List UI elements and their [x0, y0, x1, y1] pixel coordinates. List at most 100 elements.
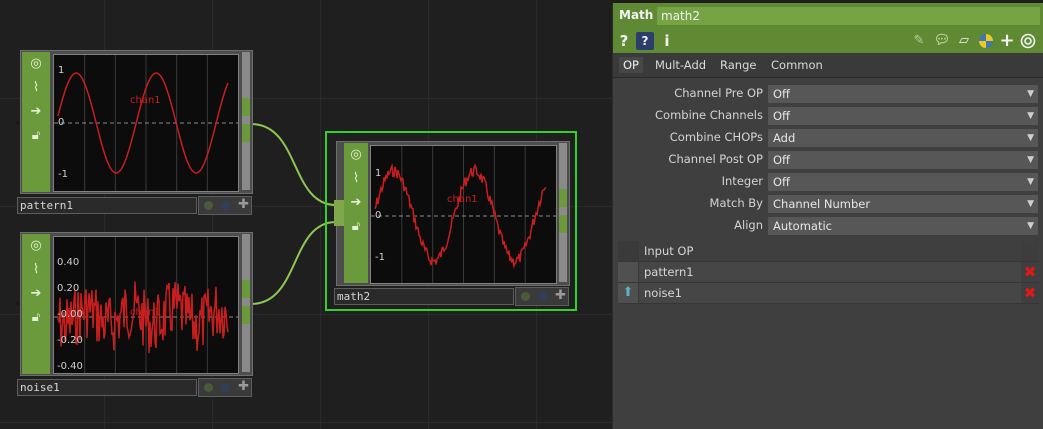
chevron-down-icon: ▼	[1027, 111, 1034, 121]
lock-icon[interactable]: 🔓︎	[28, 310, 44, 326]
channel-post-op-dropdown[interactable]: Off ▼	[768, 151, 1038, 169]
export-arrow-icon[interactable]: ➔	[348, 195, 364, 211]
y-label: -0.00	[57, 309, 83, 320]
chevron-down-icon: ▼	[1027, 133, 1034, 143]
wire-noise1-to-math2	[250, 221, 337, 305]
op-name-field[interactable]: math2	[657, 7, 1040, 25]
combine-channels-dropdown[interactable]: Off ▼	[768, 107, 1038, 125]
table-row[interactable]: pattern1 ✖	[618, 262, 1039, 283]
add-icon[interactable]: +	[999, 32, 1015, 50]
param-match-by: Match By Channel Number ▼	[613, 194, 1043, 214]
y-label: 0.20	[57, 283, 80, 294]
param-label: Channel Pre OP	[674, 86, 763, 100]
param-label: Combine Channels	[655, 108, 763, 122]
dropdown-value: Channel Number	[773, 197, 871, 211]
comment-icon[interactable]: 💬︎	[933, 32, 951, 50]
param-label: Align	[734, 218, 763, 232]
delete-icon[interactable]: ✖	[1021, 262, 1039, 282]
combine-chops-dropdown[interactable]: Add ▼	[768, 129, 1038, 147]
y-label: -0.40	[57, 361, 83, 372]
param-label: Channel Post OP	[668, 152, 763, 166]
noise1-viewer: 0.40 0.20 -0.00 -0.20 -0.40 chan1	[53, 236, 239, 374]
tab-op[interactable]: OP	[619, 57, 643, 73]
lock-icon[interactable]: 🔓︎	[28, 128, 44, 144]
chevron-down-icon: ▼	[1027, 221, 1034, 231]
node-name-math2[interactable]: math2	[334, 288, 514, 305]
channel-label: chan1	[447, 194, 478, 205]
y-label: -1	[375, 252, 385, 263]
y-label: 0.40	[57, 257, 80, 268]
y-label: -0.20	[57, 335, 83, 346]
pattern1-waveform	[54, 55, 238, 191]
dropdown-value: Automatic	[773, 219, 832, 233]
noise1-waveform	[54, 237, 238, 373]
y-label: 0	[375, 210, 382, 221]
y-label: 1	[375, 168, 382, 179]
y-label: -1	[58, 169, 68, 180]
target-icon[interactable]	[1019, 32, 1037, 50]
chevron-down-icon: ▼	[1027, 199, 1034, 209]
channel-label: chan1	[130, 95, 161, 106]
node-flags[interactable]: ✚	[198, 378, 252, 397]
wire-pattern1-to-math2	[250, 123, 337, 206]
help-icon[interactable]: ?	[617, 32, 631, 50]
input-op-name[interactable]: noise1	[644, 286, 682, 300]
export-arrow-icon[interactable]: ➔	[28, 286, 44, 302]
op-type-label: Math	[619, 8, 654, 22]
pencil-icon[interactable]: ✎	[911, 32, 927, 50]
graph-flag-icon[interactable]: ⌇	[28, 262, 44, 278]
channel-label: chan1	[130, 307, 161, 318]
graph-flag-icon[interactable]: ⌇	[348, 171, 364, 187]
export-arrow-icon[interactable]: ➔	[28, 104, 44, 120]
param-combine-channels: Combine Channels Off ▼	[613, 106, 1043, 126]
lock-icon[interactable]: 🔓︎	[348, 219, 364, 235]
panel-toolbar: ? ? i ✎ 💬︎ ▱ +	[613, 29, 1043, 53]
dropdown-value: Off	[773, 175, 790, 189]
param-integer: Integer Off ▼	[613, 172, 1043, 192]
channel-pre-op-dropdown[interactable]: Off ▼	[768, 85, 1038, 103]
align-dropdown[interactable]: Automatic ▼	[768, 217, 1038, 235]
tab-mult-add[interactable]: Mult-Add	[651, 57, 710, 73]
param-channel-pre-op: Channel Pre OP Off ▼	[613, 84, 1043, 104]
match-by-dropdown[interactable]: Channel Number ▼	[768, 195, 1038, 213]
delete-icon[interactable]: ✖	[1021, 283, 1039, 303]
pattern1-viewer: 1 0 -1 chan1	[53, 54, 239, 192]
add-icon[interactable]: ✚	[555, 288, 566, 304]
y-label: 0	[58, 117, 65, 128]
chevron-down-icon: ▼	[1027, 155, 1034, 165]
param-align: Align Automatic ▼	[613, 216, 1043, 236]
info-icon[interactable]: i	[661, 32, 673, 50]
table-row[interactable]: ⬆ noise1 ✖	[618, 283, 1039, 304]
math2-viewer: 1 0 -1 chan1	[370, 145, 557, 284]
graph-flag-icon[interactable]: ⌇	[28, 80, 44, 96]
add-icon[interactable]: ✚	[238, 197, 249, 213]
node-name-pattern1[interactable]: pattern1	[17, 197, 197, 214]
node-flags[interactable]: ✚	[515, 287, 569, 306]
tab-range[interactable]: Range	[716, 57, 760, 73]
dropdown-value: Add	[773, 131, 796, 145]
chevron-down-icon: ▼	[1027, 177, 1034, 187]
param-label: Match By	[709, 196, 763, 210]
param-channel-post-op: Channel Post OP Off ▼	[613, 150, 1043, 170]
viewer-flag-icon[interactable]: ◎	[348, 147, 364, 163]
node-name-noise1[interactable]: noise1	[17, 379, 197, 396]
move-up-icon[interactable]: ⬆	[618, 283, 639, 303]
param-label: Combine CHOPs	[669, 130, 763, 144]
panel-header: Math math2	[613, 3, 1043, 29]
integer-dropdown[interactable]: Off ▼	[768, 173, 1038, 191]
viewer-flag-icon[interactable]: ◎	[28, 238, 44, 254]
node-flags[interactable]: ✚	[198, 196, 252, 215]
input-op-name[interactable]: pattern1	[644, 265, 694, 279]
bookmark-icon[interactable]: ▱	[955, 32, 973, 50]
python-icon[interactable]	[977, 32, 995, 50]
input-connector[interactable]	[334, 200, 344, 226]
y-label: 1	[58, 65, 65, 76]
add-icon[interactable]: ✚	[238, 379, 249, 395]
chevron-down-icon: ▼	[1027, 89, 1034, 99]
python-help-icon[interactable]: ?	[636, 32, 654, 50]
tab-common[interactable]: Common	[767, 57, 827, 73]
math2-waveform	[371, 146, 556, 283]
viewer-flag-icon[interactable]: ◎	[28, 56, 44, 72]
network-editor[interactable]: ◎ ⌇ ➔ 🔓︎ 1 0 -1 chan1 pattern1 ✚ ◎ ⌇ ➔ 🔓…	[0, 0, 612, 429]
param-combine-chops: Combine CHOPs Add ▼	[613, 128, 1043, 148]
